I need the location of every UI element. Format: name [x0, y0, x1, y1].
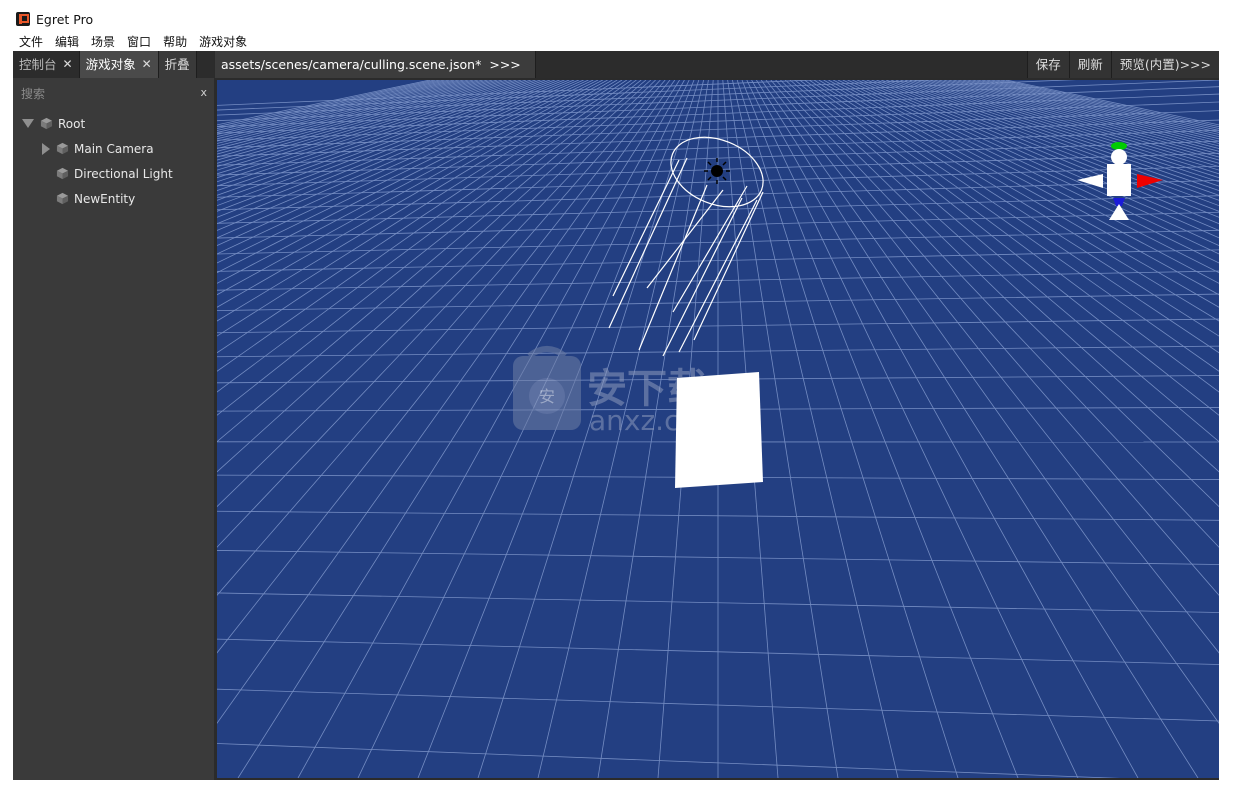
grid-line: [962, 80, 1219, 144]
menu-game-object[interactable]: 游戏对象: [193, 33, 253, 51]
grid-line: [780, 80, 1219, 508]
grid-line: [881, 80, 1219, 207]
close-icon[interactable]: ✕: [142, 51, 152, 78]
grid-line: [217, 80, 652, 473]
egret-logo-icon: [16, 12, 30, 26]
cube-icon: [40, 117, 53, 130]
tab-scene-file[interactable]: assets/scenes/camera/culling.scene.json*…: [215, 51, 536, 78]
grid-line: [885, 80, 1219, 201]
menu-edit[interactable]: 编辑: [49, 33, 85, 51]
cube-icon: [56, 142, 69, 155]
grid-line: [775, 80, 1219, 548]
grid-line: [756, 80, 1199, 778]
grid-line: [217, 80, 517, 171]
tree-item-label: NewEntity: [74, 191, 136, 206]
app-title: Egret Pro: [36, 12, 94, 27]
search-input[interactable]: [19, 84, 209, 104]
grid-line: [823, 80, 1219, 308]
svg-text:安: 安: [539, 387, 555, 406]
grid-line: [217, 80, 527, 179]
collapse-label: 折叠: [164, 57, 190, 72]
tree-item-directional-light[interactable]: Directional Light: [13, 161, 214, 186]
title-bar: Egret Pro: [0, 0, 1241, 33]
grid-line: [861, 80, 1219, 231]
refresh-button[interactable]: 刷新: [1068, 51, 1111, 78]
cube-icon: [56, 167, 69, 180]
grid-line: [866, 80, 1219, 225]
scene-actions: 保存 刷新 预览(内置)>>>: [1026, 51, 1219, 78]
cube-icon: [56, 192, 69, 205]
gizmo-x-axis[interactable]: [1137, 174, 1163, 188]
clear-search-button[interactable]: x: [200, 86, 207, 99]
grid-line: [957, 80, 1219, 147]
hierarchy-tree: Root Main Camera Directional Light NewEn…: [13, 111, 214, 211]
scene-canvas[interactable]: 安 安下载 anxz.com: [217, 80, 1219, 778]
grid-line: [746, 80, 1079, 778]
tree-item-main-camera[interactable]: Main Camera: [13, 136, 214, 161]
menu-window[interactable]: 窗口: [121, 33, 157, 51]
gizmo-y-axis[interactable]: [1111, 142, 1127, 150]
grid-line: [833, 80, 1219, 284]
grid-line: [828, 80, 1219, 296]
tab-console-label: 控制台: [19, 57, 57, 72]
grid-line: [770, 80, 1219, 596]
collapse-button[interactable]: 折叠: [158, 51, 197, 78]
tree-item-label: Root: [58, 116, 86, 131]
grid-line: [741, 80, 1019, 778]
menu-scene[interactable]: 场景: [85, 33, 121, 51]
menu-help[interactable]: 帮助: [157, 33, 193, 51]
grid-line: [736, 80, 959, 778]
grid-line: [789, 80, 1219, 443]
grid-line: [217, 80, 555, 207]
cube-entity[interactable]: [675, 372, 763, 488]
scene-path: assets/scenes/camera/culling.scene.json*: [221, 57, 482, 72]
grid-line: [794, 80, 1219, 416]
grid-line: [217, 80, 647, 443]
save-button[interactable]: 保存: [1026, 51, 1069, 78]
preview-button[interactable]: 预览(内置)>>>: [1110, 51, 1219, 78]
more-tabs-button[interactable]: >>>: [489, 57, 520, 72]
grid-line: [857, 80, 1219, 239]
grid-line: [784, 80, 1219, 473]
left-tab-bar: 控制台 ✕ 游戏对象 ✕ 折叠: [13, 51, 214, 78]
tab-game-objects-label: 游戏对象: [85, 57, 136, 72]
scene-editor: assets/scenes/camera/culling.scene.json*…: [215, 51, 1219, 780]
menu-bar: 文件 编辑 场景 窗口 帮助 游戏对象: [13, 33, 1219, 51]
sun-icon[interactable]: [704, 158, 730, 184]
grid-line: [991, 80, 1219, 131]
grid-line: [808, 80, 1219, 354]
expand-arrow-icon[interactable]: [42, 142, 50, 155]
hierarchy-panel: 控制台 ✕ 游戏对象 ✕ 折叠 x Root: [13, 51, 214, 780]
scene-viewport[interactable]: 安 安下载 anxz.com: [217, 80, 1219, 778]
grid-line: [217, 80, 570, 225]
grid-line: [804, 80, 1219, 372]
gizmo-neg-z-axis[interactable]: [1109, 204, 1129, 220]
tab-game-objects[interactable]: 游戏对象 ✕: [79, 51, 159, 78]
grid-line: [217, 80, 642, 416]
tree-item-new-entity[interactable]: NewEntity: [13, 186, 214, 211]
hierarchy-search: x: [19, 84, 209, 104]
grid-line: [217, 80, 551, 201]
scene-tab-bar: assets/scenes/camera/culling.scene.json*…: [215, 51, 1219, 78]
expand-arrow-icon[interactable]: [22, 119, 34, 128]
tree-item-root[interactable]: Root: [13, 111, 214, 136]
editor-workspace: 控制台 ✕ 游戏对象 ✕ 折叠 x Root: [13, 51, 1219, 780]
tree-item-label: Directional Light: [74, 166, 173, 181]
tab-console[interactable]: 控制台 ✕: [13, 51, 80, 78]
tree-item-label: Main Camera: [74, 141, 154, 156]
menu-file[interactable]: 文件: [13, 33, 49, 51]
close-icon[interactable]: ✕: [63, 51, 73, 78]
grid-line: [217, 80, 522, 175]
grid-line: [852, 80, 1219, 246]
